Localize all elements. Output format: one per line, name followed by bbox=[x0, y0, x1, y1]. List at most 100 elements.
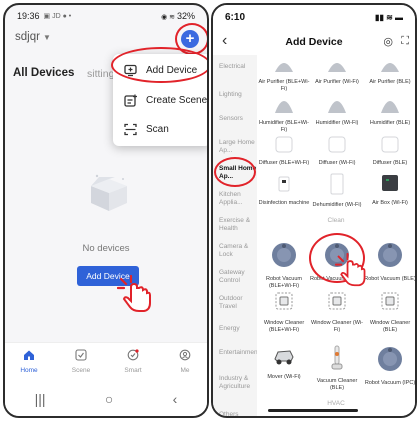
section-label-clean: Clean bbox=[327, 217, 345, 224]
device-icon bbox=[363, 59, 415, 77]
device-icon bbox=[363, 241, 415, 274]
menu-label-create-scene: Create Scene bbox=[146, 94, 208, 106]
device-card[interactable]: Humidifier (Wi-Fi) bbox=[310, 95, 364, 127]
status-icons-right: ▮▮ ≋ ▬ bbox=[375, 12, 403, 22]
category-item[interactable]: Electrical bbox=[219, 63, 257, 71]
category-item[interactable]: Gateway Control bbox=[219, 269, 257, 285]
device-card[interactable]: Diffuser (BLE+Wi-Fi) bbox=[257, 135, 311, 167]
device-icon bbox=[363, 173, 415, 198]
device-label: Disinfection machine bbox=[258, 200, 310, 206]
device-card[interactable]: Diffuser (BLE) bbox=[363, 135, 415, 167]
status-bar: 19:36 ▣ JD ● • ◉ ≋ 32% bbox=[5, 5, 207, 27]
category-item[interactable]: Kitchen Applia... bbox=[219, 191, 257, 207]
device-card[interactable]: Mover (Wi-Fi) bbox=[257, 345, 311, 381]
tap-hand-icon bbox=[116, 274, 155, 318]
smart-icon bbox=[127, 348, 139, 365]
device-card[interactable]: Diffuser (Wi-Fi) bbox=[310, 135, 364, 167]
status-bar-right: 6:10 ▮▮ ≋ ▬ bbox=[213, 5, 415, 29]
device-label: Robot Vacuum (IPC) bbox=[364, 380, 416, 386]
nav-scene[interactable]: Scene bbox=[61, 348, 101, 374]
device-label: Window Cleaner (BLE+Wi-Fi) bbox=[263, 320, 305, 333]
device-label: Air Purifier (Wi-Fi) bbox=[315, 79, 359, 85]
notification-icons: ▣ JD ● • bbox=[43, 13, 72, 20]
scan-icon bbox=[123, 122, 137, 136]
device-card[interactable]: Air Purifier (Wi-Fi) bbox=[310, 59, 364, 86]
device-label: Robot Vacuum (BLE+Wi-Fi) bbox=[266, 276, 302, 289]
device-card[interactable]: Humidifier (BLE) bbox=[363, 95, 415, 127]
caret-down-icon: ▼ bbox=[42, 33, 51, 42]
status-time: 19:36 bbox=[17, 11, 40, 21]
back-icon[interactable]: ‹ bbox=[173, 391, 178, 407]
device-card[interactable]: Dehumidifier (Wi-Fi) bbox=[310, 173, 364, 209]
device-icon bbox=[363, 95, 415, 118]
tab-all-devices[interactable]: All Devices bbox=[13, 67, 74, 79]
device-icon bbox=[257, 95, 311, 118]
category-item[interactable]: Large Home Ap... bbox=[219, 139, 257, 155]
home-circle-icon[interactable]: ○ bbox=[105, 391, 113, 407]
device-label: Diffuser (BLE) bbox=[372, 160, 408, 166]
device-card[interactable]: Robot Vacuum (BLE) bbox=[363, 241, 416, 283]
device-label: Humidifier (Wi-Fi) bbox=[315, 120, 359, 126]
device-card[interactable]: Disinfection machine bbox=[257, 173, 311, 207]
device-card[interactable]: Window Cleaner (BLE) bbox=[363, 289, 415, 334]
home-selector[interactable]: sdjqr ▼ bbox=[15, 31, 51, 43]
device-label: Vacuum Cleaner (BLE) bbox=[316, 378, 358, 391]
device-label: Air Purifier (BLE) bbox=[369, 79, 411, 85]
device-icon bbox=[310, 289, 364, 318]
device-label: Humidifier (BLE+Wi-Fi) bbox=[259, 120, 309, 133]
device-label: Air Purifier (BLE+Wi-Fi) bbox=[258, 79, 310, 92]
tap-hand-icon bbox=[334, 252, 369, 292]
device-card[interactable]: Window Cleaner (BLE+Wi-Fi) bbox=[257, 289, 311, 334]
highlight-circle-category bbox=[214, 157, 256, 187]
auto-scan-icon[interactable]: ◎ bbox=[383, 35, 393, 48]
create-scene-icon bbox=[123, 93, 137, 107]
category-item[interactable]: Energy bbox=[219, 325, 257, 333]
device-label: Window Cleaner (BLE) bbox=[369, 320, 411, 333]
device-card[interactable]: Air Purifier (BLE+Wi-Fi) bbox=[257, 59, 311, 93]
device-icon bbox=[310, 95, 364, 118]
status-time-right: 6:10 bbox=[225, 11, 246, 23]
category-item[interactable]: Industry & Agriculture bbox=[219, 375, 257, 391]
system-nav-bar: ||| ○ ‹ bbox=[5, 382, 207, 416]
device-card[interactable]: Window Cleaner (Wi-Fi) bbox=[310, 289, 364, 334]
menu-item-scan[interactable]: Scan bbox=[113, 116, 207, 142]
device-card[interactable]: Robot Vacuum (BLE+Wi-Fi) bbox=[257, 241, 311, 290]
add-device-header: ‹ Add Device ◎ ⛶ bbox=[213, 29, 415, 55]
category-sidebar: Electrical Lighting Sensors Large Home Ap..… bbox=[213, 55, 259, 416]
nav-me[interactable]: Me bbox=[165, 348, 205, 374]
section-label-hvac: HVAC bbox=[327, 400, 345, 407]
status-right: ◉ ≋ 32% bbox=[161, 11, 195, 21]
category-item[interactable]: Camera & Lock bbox=[219, 243, 257, 259]
device-label: Robot Vacuum (BLE) bbox=[364, 276, 416, 282]
device-icon bbox=[257, 173, 311, 198]
device-icon bbox=[363, 345, 415, 378]
device-card[interactable]: Humidifier (BLE+Wi-Fi) bbox=[257, 95, 311, 134]
highlight-circle-add-device bbox=[111, 47, 207, 83]
nav-smart[interactable]: Smart bbox=[113, 348, 153, 374]
add-device-screen-phone: 6:10 ▮▮ ≋ ▬ ‹ Add Device ◎ ⛶ Electrical L… bbox=[211, 3, 417, 418]
category-item[interactable]: Sensors bbox=[219, 115, 257, 123]
scan-code-icon[interactable]: ⛶ bbox=[401, 35, 409, 48]
device-card[interactable]: Air Purifier (BLE) bbox=[363, 59, 415, 86]
menu-item-create-scene[interactable]: Create Scene bbox=[113, 87, 208, 113]
nav-home[interactable]: Home bbox=[9, 348, 49, 374]
device-card[interactable]: Air Box (Wi-Fi) bbox=[363, 173, 415, 207]
me-icon bbox=[179, 348, 191, 365]
category-item[interactable]: Entertainment bbox=[219, 349, 259, 357]
device-icon bbox=[257, 59, 311, 77]
bottom-nav: Home Scene Smart Me bbox=[5, 342, 207, 382]
device-grid: Air Purifier (BLE+Wi-Fi) Air Purifier (Wi… bbox=[257, 55, 415, 416]
device-card[interactable]: Vacuum Cleaner (BLE) bbox=[310, 345, 364, 392]
device-label: Diffuser (BLE+Wi-Fi) bbox=[258, 160, 310, 166]
device-card[interactable]: Robot Vacuum (IPC) bbox=[363, 345, 416, 387]
recents-icon[interactable]: ||| bbox=[35, 391, 46, 407]
device-label: Dehumidifier (Wi-Fi) bbox=[312, 202, 362, 208]
category-item[interactable]: Others bbox=[219, 411, 257, 416]
device-label: Diffuser (Wi-Fi) bbox=[318, 160, 356, 166]
category-item[interactable]: Lighting bbox=[219, 91, 257, 99]
menu-label-scan: Scan bbox=[146, 123, 169, 135]
device-icon bbox=[257, 345, 311, 372]
category-item[interactable]: Exercise & Health bbox=[219, 217, 257, 233]
device-icon bbox=[310, 173, 364, 200]
category-item[interactable]: Outdoor Travel bbox=[219, 295, 257, 311]
